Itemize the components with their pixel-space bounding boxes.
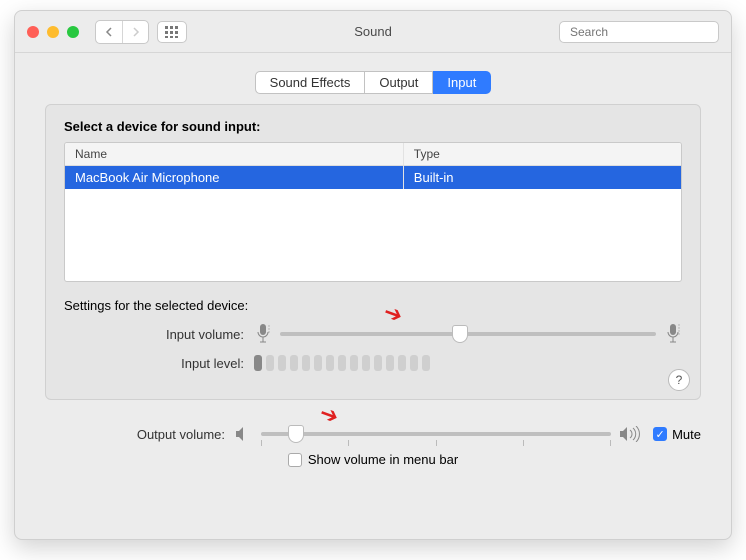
level-bar (410, 355, 418, 371)
search-input[interactable] (570, 25, 725, 39)
minimize-icon[interactable] (47, 26, 59, 38)
output-slider[interactable] (261, 432, 611, 436)
column-name: Name (65, 143, 404, 165)
chevron-right-icon (131, 27, 141, 37)
level-bar (422, 355, 430, 371)
input-level-label: Input level: (64, 356, 254, 371)
device-name: MacBook Air Microphone (65, 166, 404, 189)
level-bar (266, 355, 274, 371)
mute-checkbox[interactable]: ✓ Mute (653, 427, 701, 442)
content-area: Sound Effects Output Input Select a devi… (15, 53, 731, 412)
speaker-high-icon (619, 426, 643, 442)
output-volume-row: ➔ Output volume: ✓ Mute (45, 426, 701, 442)
tab-bar: Sound Effects Output Input (45, 71, 701, 94)
input-volume-label: Input volume: (64, 327, 254, 342)
search-field[interactable] (559, 21, 719, 43)
show-all-button[interactable] (157, 21, 187, 43)
level-bar (290, 355, 298, 371)
input-volume-row: ➔ Input volume: (64, 323, 682, 345)
slider-ticks (261, 440, 611, 446)
panel-title: Select a device for sound input: (64, 119, 682, 134)
forward-button[interactable] (122, 21, 148, 43)
tab-sound-effects[interactable]: Sound Effects (255, 71, 366, 94)
slider-thumb[interactable] (452, 325, 468, 343)
level-bar (374, 355, 382, 371)
level-bar (326, 355, 334, 371)
settings-heading: Settings for the selected device: (64, 298, 682, 313)
level-bar (254, 355, 262, 371)
titlebar: Sound (15, 11, 731, 53)
menubar-label: Show volume in menu bar (308, 452, 458, 467)
nav-buttons (95, 20, 149, 44)
level-bar (302, 355, 310, 371)
close-icon[interactable] (27, 26, 39, 38)
output-volume-label: Output volume: (45, 427, 235, 442)
sound-preferences-window: Sound Sound Effects Output Input Select … (14, 10, 732, 540)
level-bar (386, 355, 394, 371)
mute-label: Mute (672, 427, 701, 442)
level-bar (350, 355, 358, 371)
tab-input[interactable]: Input (433, 71, 491, 94)
back-button[interactable] (96, 21, 122, 43)
speaker-low-icon (235, 426, 253, 442)
checkbox-icon (288, 453, 302, 467)
input-level-meter (254, 355, 682, 371)
chevron-left-icon (104, 27, 114, 37)
window-controls (27, 26, 79, 38)
slider-track[interactable] (280, 332, 656, 336)
slider-thumb[interactable] (288, 425, 304, 443)
help-button[interactable]: ? (668, 369, 690, 391)
microphone-low-icon (254, 323, 272, 345)
input-volume-slider[interactable] (254, 323, 682, 345)
level-bar (278, 355, 286, 371)
level-bar (398, 355, 406, 371)
output-section: ➔ Output volume: ✓ Mute Show volume (15, 412, 731, 475)
microphone-high-icon (664, 323, 682, 345)
table-header: Name Type (65, 143, 681, 166)
checkbox-icon: ✓ (653, 427, 667, 441)
device-type: Built-in (404, 166, 681, 189)
grid-icon (165, 26, 179, 38)
table-row[interactable]: MacBook Air Microphone Built-in (65, 166, 681, 189)
tab-output[interactable]: Output (365, 71, 433, 94)
level-bar (338, 355, 346, 371)
column-type: Type (404, 143, 681, 165)
level-bar (362, 355, 370, 371)
show-in-menubar-checkbox[interactable]: Show volume in menu bar (45, 452, 701, 467)
device-table: Name Type MacBook Air Microphone Built-i… (64, 142, 682, 282)
level-bar (314, 355, 322, 371)
zoom-icon[interactable] (67, 26, 79, 38)
input-level-row: Input level: (64, 355, 682, 371)
input-panel: Select a device for sound input: Name Ty… (45, 104, 701, 400)
